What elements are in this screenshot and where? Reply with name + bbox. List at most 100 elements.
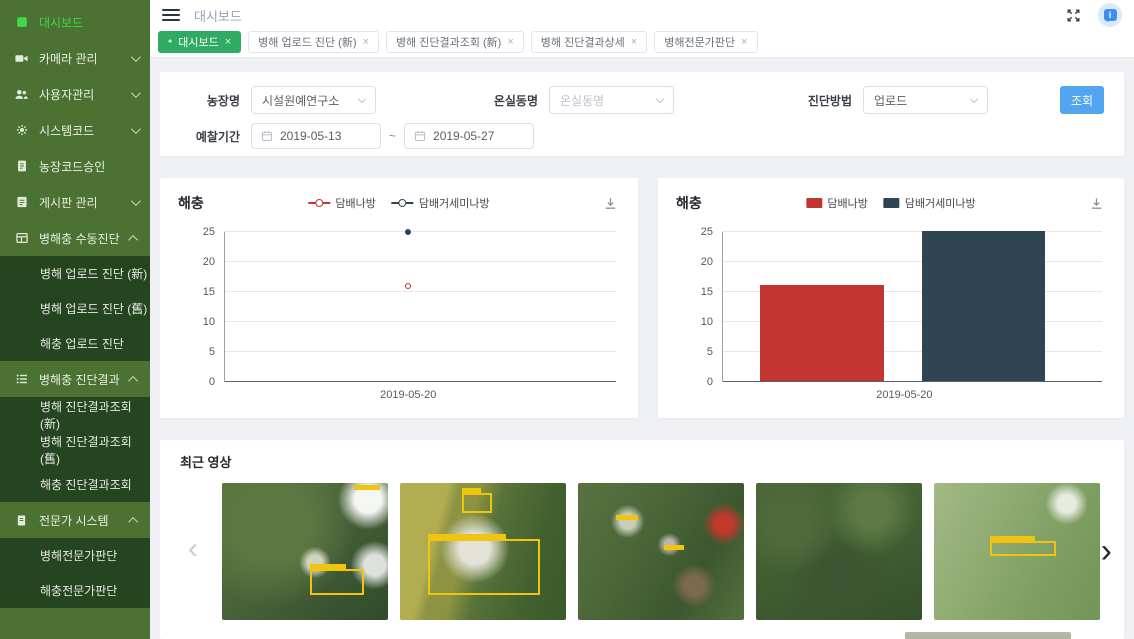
tab-diagnosis-detail[interactable]: 병해 진단결과상세 × — [531, 31, 647, 53]
sidebar-subitem-pest-upload[interactable]: 해충 업로드 진단 — [0, 326, 150, 361]
sidebar-item-label: 병해충 진단결과 — [39, 371, 120, 388]
carousel-next-icon[interactable]: › — [1101, 534, 1112, 568]
greenhouse-select[interactable]: 온실동명 — [549, 86, 674, 114]
legend-line-marker — [392, 202, 414, 204]
sidebar-item-manual-diagnosis[interactable]: 병해충 수동진단 — [0, 220, 150, 256]
sidebar-item-farm-code-approval[interactable]: 농장코드승인 — [0, 148, 150, 184]
sidebar-subitem-pest-expert[interactable]: 해충전문가판단 — [0, 573, 150, 608]
sidebar-item-camera-management[interactable]: 카메라 관리 — [0, 40, 150, 76]
info-icon: i — [1104, 9, 1117, 21]
sidebar-subitem-label: 병해 진단결과조회 (新) — [40, 398, 150, 432]
method-select[interactable]: 업로드 — [863, 86, 988, 114]
sidebar-item-system-code[interactable]: 시스템코드 — [0, 112, 150, 148]
topbar-actions: i — [1065, 3, 1122, 27]
page-title: 대시보드 — [194, 6, 242, 25]
greenhouse-label: 온실동명 — [478, 92, 538, 109]
chevron-up-icon — [128, 516, 138, 526]
legend-line-marker — [308, 202, 330, 204]
foliage-image-4[interactable] — [756, 483, 922, 620]
users-icon — [14, 87, 29, 102]
legend-item[interactable]: 담배나방 — [308, 195, 375, 211]
greenhouse-placeholder: 온실동명 — [560, 92, 604, 109]
sidebar-item-label: 사용자관리 — [39, 86, 94, 103]
detection-label — [616, 515, 638, 520]
leaf-image-1[interactable] — [222, 483, 388, 620]
content-area: 농장명 시설원예연구소 온실동명 온실동명 진단방법 업로드 — [150, 58, 1134, 639]
legend-label: 담배나방 — [335, 195, 375, 211]
tab-disease-upload-new[interactable]: 병해 업로드 진단 (新) × — [248, 31, 379, 53]
chevron-down-icon — [131, 88, 141, 98]
detection-label — [354, 485, 380, 490]
farm-name-value: 시설원예연구소 — [262, 92, 339, 109]
top-bar: 대시보드 i — [150, 0, 1134, 30]
sidebar-item-label: 농장코드승인 — [39, 158, 105, 175]
leaf-image-3[interactable] — [578, 483, 744, 620]
legend-label: 담배거세미나방 — [905, 195, 976, 211]
tab-disease-expert[interactable]: 병해전문가판단 × — [654, 31, 757, 53]
charts-row: 해충 담배나방 담배거세미나방 05101520252019-05-20 해충 담… — [160, 178, 1124, 418]
help-chat-button[interactable]: i — [1098, 3, 1122, 27]
close-icon[interactable]: × — [507, 36, 513, 48]
sidebar-subitem-disease-upload-old[interactable]: 병해 업로드 진단 (舊) — [0, 291, 150, 326]
download-icon[interactable] — [1087, 194, 1106, 213]
pest-scatter-card: 해충 담배나방담배거세미나방 05101520252019-05-20 — [160, 178, 638, 418]
legend-item[interactable]: 담배거세미나방 — [884, 195, 976, 211]
detection-box — [990, 541, 1056, 556]
sidebar-subitem-disease-results-new[interactable]: 병해 진단결과조회 (新) — [0, 397, 150, 432]
period-from-input[interactable]: 2019-05-13 — [251, 123, 381, 149]
sidebar-item-board-management[interactable]: 게시판 관리 — [0, 184, 150, 220]
grid-icon — [14, 231, 29, 246]
tab-disease-results-new[interactable]: 병해 진단결과조회 (新) × — [386, 31, 524, 53]
chart-title: 해충 — [676, 193, 702, 213]
hamburger-menu-icon[interactable] — [162, 9, 180, 21]
chart-title: 해충 — [178, 193, 204, 213]
recent-images-title: 최근 영상 — [180, 452, 1104, 471]
app-window: 대시보드 카메라 관리 사용자관리 시스템코드 농장코드승인 — [0, 0, 1134, 639]
document-icon — [14, 159, 29, 174]
close-icon[interactable]: × — [741, 36, 747, 48]
range-separator: ~ — [389, 129, 396, 143]
pest-bar-chart: 05101520252019-05-20 — [676, 222, 1110, 410]
close-icon[interactable]: × — [363, 36, 369, 48]
sidebar-subitem-disease-expert[interactable]: 병해전문가판단 — [0, 538, 150, 573]
tab-dashboard[interactable]: ● 대시보드 × — [158, 31, 241, 53]
tab-label: 병해 진단결과조회 (新) — [396, 34, 501, 50]
board-icon — [14, 195, 29, 210]
tab-label: 병해전문가판단 — [664, 34, 735, 50]
sidebar-subitem-pest-results[interactable]: 해충 진단결과조회 — [0, 467, 150, 502]
legend-item[interactable]: 담배나방 — [806, 195, 867, 211]
sidebar-item-label: 대시보드 — [39, 14, 83, 31]
sidebar-item-dashboard[interactable]: 대시보드 — [0, 4, 150, 40]
chevron-down-icon — [131, 52, 141, 62]
point-담배거세미나방 — [405, 229, 411, 235]
method-label: 진단방법 — [792, 92, 852, 109]
sidebar-subitem-label: 병해전문가판단 — [40, 547, 117, 564]
tab-label: 병해 업로드 진단 (新) — [258, 34, 356, 50]
sidebar-item-user-management[interactable]: 사용자관리 — [0, 76, 150, 112]
list-icon — [14, 372, 29, 387]
sidebar-subitem-disease-results-old[interactable]: 병해 진단결과조회 (舊) — [0, 432, 150, 467]
sidebar-item-diagnosis-results[interactable]: 병해충 진단결과 — [0, 361, 150, 397]
point-담배나방 — [405, 283, 411, 289]
farm-name-select[interactable]: 시설원예연구소 — [251, 86, 376, 114]
sidebar-subitem-label: 병해 업로드 진단 (舊) — [40, 300, 147, 317]
fullscreen-icon[interactable] — [1065, 7, 1082, 24]
sidebar-item-label: 시스템코드 — [39, 122, 94, 139]
download-icon[interactable] — [601, 194, 620, 213]
sidebar-item-label: 전문가 시스템 — [39, 512, 109, 529]
detection-box — [428, 539, 540, 595]
gear-icon — [14, 123, 29, 138]
search-button[interactable]: 조회 — [1060, 86, 1104, 114]
sidebar-subitem-label: 해충 업로드 진단 — [40, 335, 124, 352]
close-icon[interactable]: × — [225, 36, 231, 48]
chevron-down-icon — [656, 95, 664, 103]
image-carousel — [222, 483, 1100, 620]
leaf-image-5[interactable] — [934, 483, 1100, 620]
sidebar-subitem-disease-upload-new[interactable]: 병해 업로드 진단 (新) — [0, 256, 150, 291]
period-to-input[interactable]: 2019-05-27 — [404, 123, 534, 149]
close-icon[interactable]: × — [631, 36, 637, 48]
sidebar-item-expert-system[interactable]: 전문가 시스템 — [0, 502, 150, 538]
leaf-image-2[interactable] — [400, 483, 566, 620]
carousel-prev-icon[interactable]: ‹ — [188, 534, 198, 564]
legend-item[interactable]: 담배거세미나방 — [392, 195, 490, 211]
